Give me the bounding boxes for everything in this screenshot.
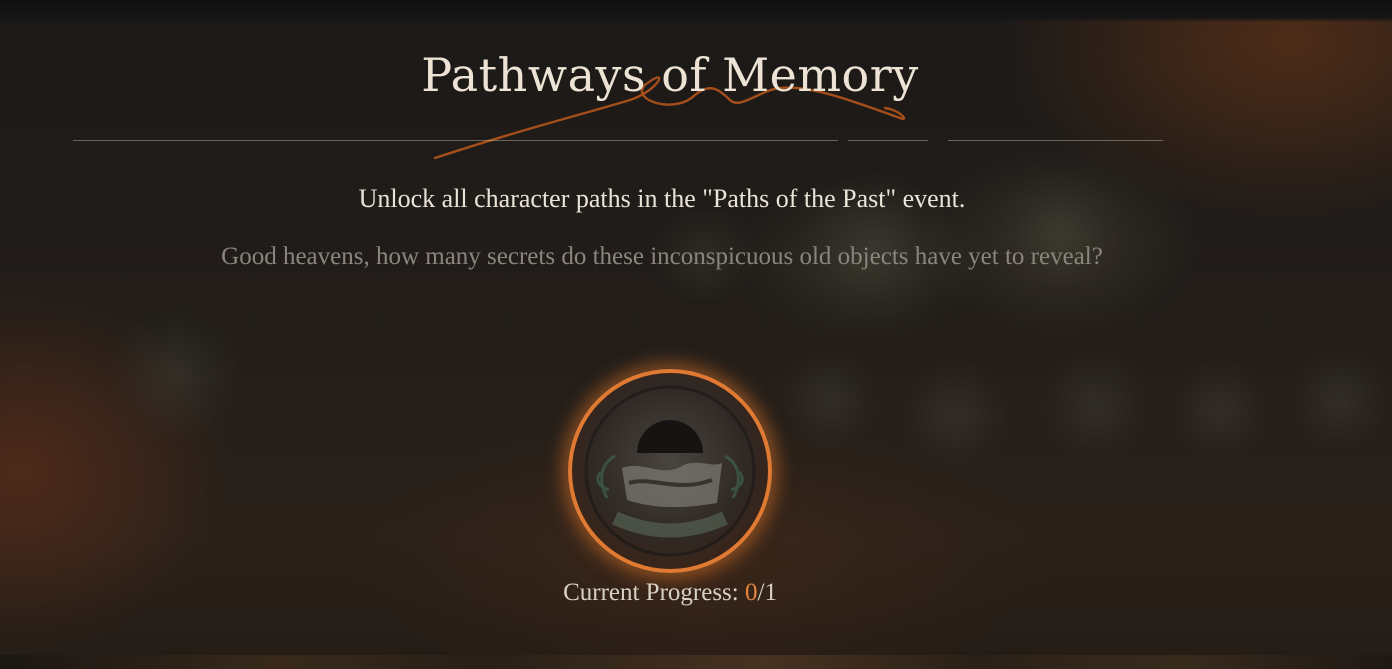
achievement-goal: Unlock all character paths in the "Paths… (358, 184, 966, 213)
progress-current: 0 (744, 579, 758, 606)
achievement-detail-screen: Pathways of Memory Unlock all character … (0, 0, 1392, 669)
progress-total: 1 (764, 579, 777, 606)
divider-line (948, 140, 1163, 141)
progress-readout: Current Progress: 0/1 (0, 579, 1340, 607)
background-blur (1040, 350, 1150, 460)
bottom-bar (0, 655, 1392, 669)
background-blur (900, 360, 1010, 470)
progress-label: Current Progress: (563, 579, 745, 606)
achievement-flavor-text: Good heavens, how many secrets do these … (221, 243, 1103, 270)
background-blur (110, 310, 240, 440)
background-blur (780, 350, 880, 450)
divider-line (73, 140, 838, 141)
achievement-title: Pathways of Memory (421, 48, 919, 102)
divider-line (848, 140, 928, 141)
background-blur (1170, 360, 1270, 460)
background-blur (1290, 350, 1390, 450)
top-bar (0, 0, 1392, 22)
ornate-medallion-icon (567, 368, 773, 574)
